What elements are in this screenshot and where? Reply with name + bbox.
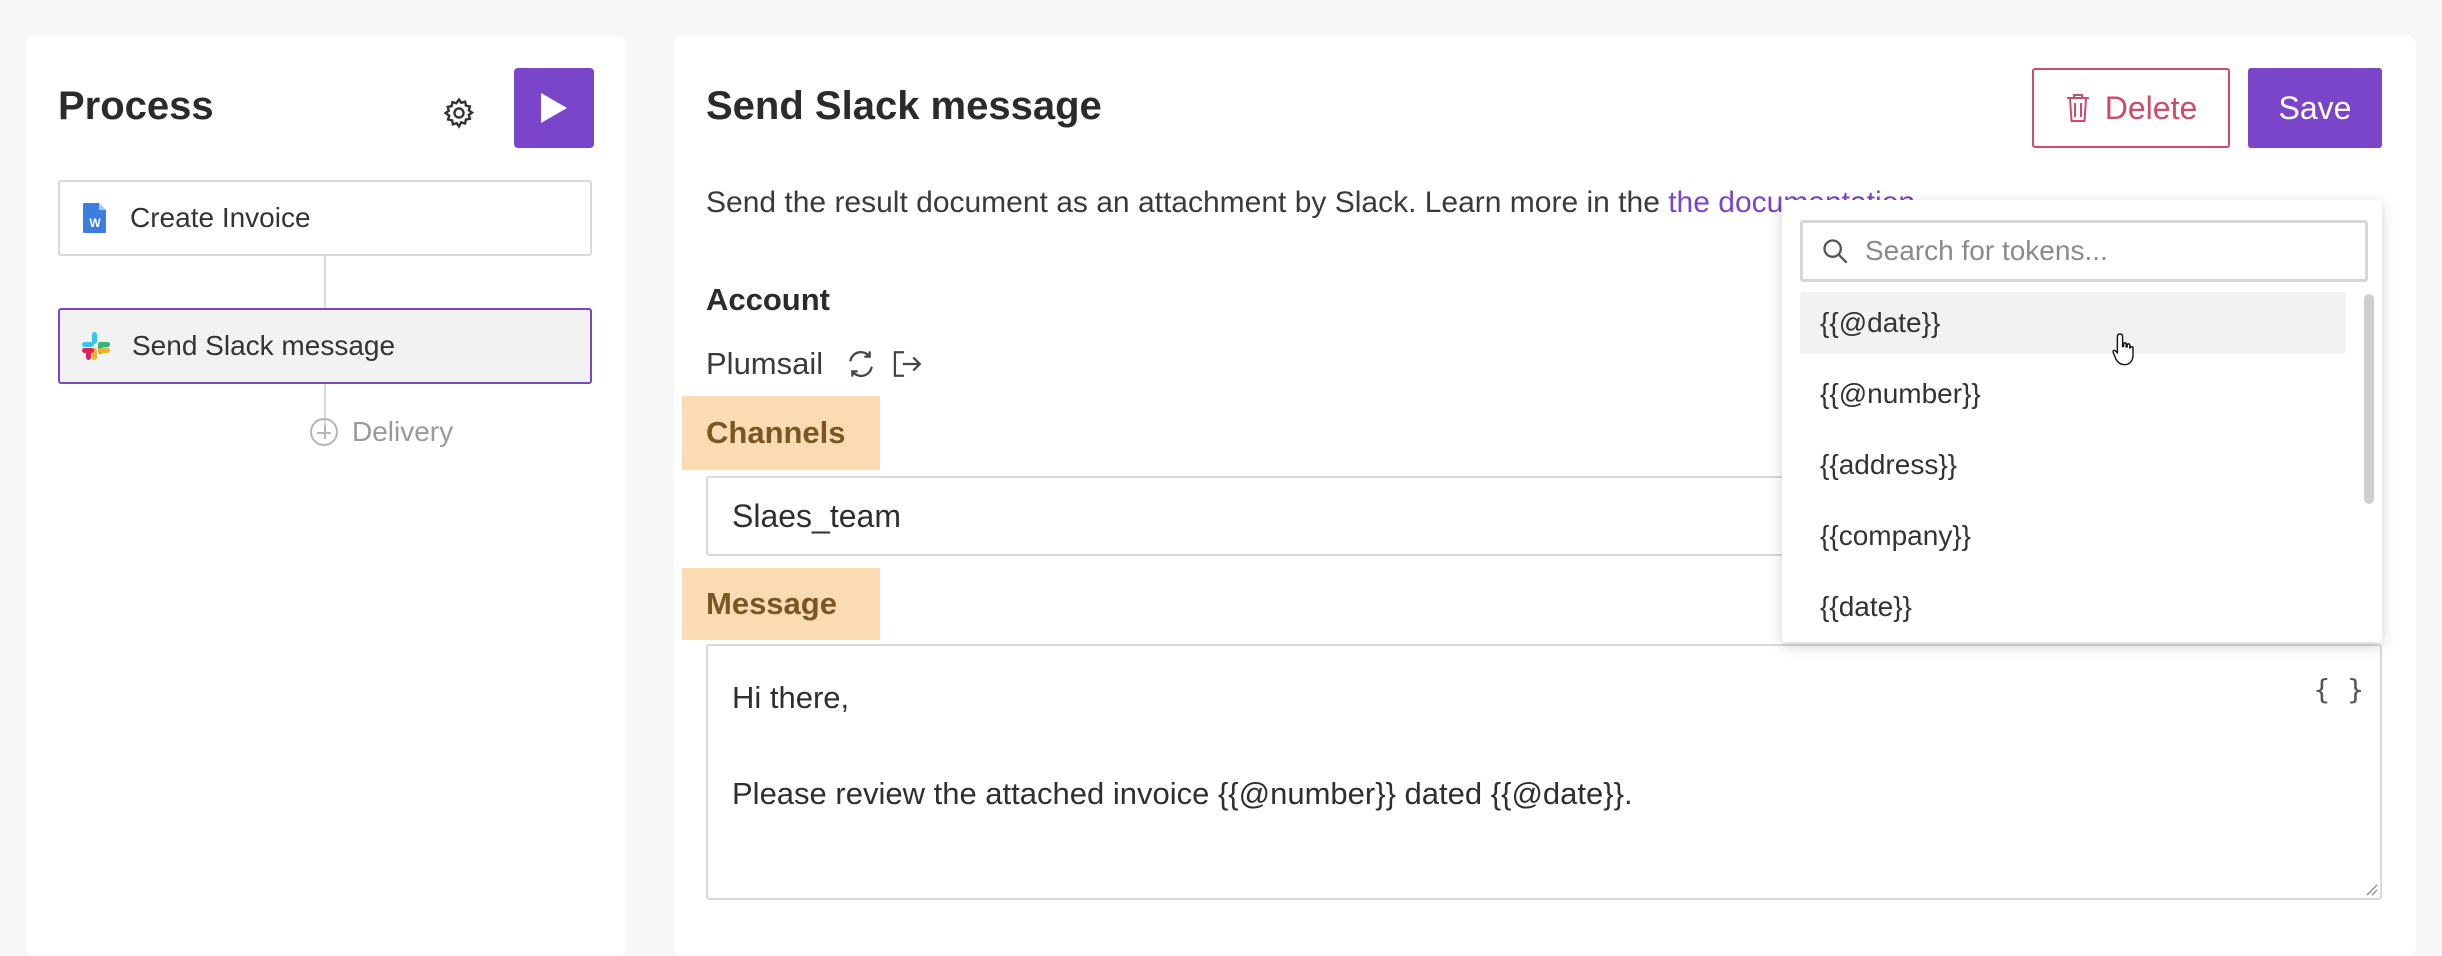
sign-out-icon bbox=[893, 351, 922, 377]
play-icon bbox=[541, 93, 567, 123]
step-label: Create Invoice bbox=[130, 202, 311, 233]
add-delivery-button[interactable]: Delivery bbox=[310, 416, 453, 448]
slack-icon bbox=[82, 332, 110, 360]
account-value: Plumsail bbox=[706, 346, 824, 381]
search-icon bbox=[1821, 237, 1849, 265]
token-item[interactable]: {{address}} bbox=[1800, 434, 2346, 496]
step-description: Send the result document as an attachmen… bbox=[706, 186, 1915, 220]
step-create-invoice[interactable]: W Create Invoice bbox=[58, 180, 592, 256]
settings-gear-button[interactable] bbox=[436, 90, 482, 136]
message-line: Please review the attached invoice {{@nu… bbox=[732, 776, 1633, 811]
plus-icon bbox=[310, 418, 338, 446]
channels-label: Channels bbox=[682, 396, 880, 470]
trash-icon bbox=[2066, 94, 2089, 122]
step-send-slack-message[interactable]: Send Slack message bbox=[58, 308, 592, 384]
token-item[interactable]: {{date}} bbox=[1800, 576, 2346, 638]
svg-text:W: W bbox=[89, 216, 101, 230]
resize-grip-icon[interactable] bbox=[2364, 882, 2378, 896]
account-label: Account bbox=[706, 282, 830, 317]
process-panel: Process W Create Invoice Send Slack mess… bbox=[26, 36, 626, 956]
word-document-icon: W bbox=[83, 203, 106, 233]
refresh-icon bbox=[849, 350, 873, 378]
step-label: Send Slack message bbox=[132, 330, 396, 361]
token-search-box[interactable] bbox=[1800, 220, 2368, 282]
account-row: Plumsail bbox=[706, 346, 925, 382]
message-label: Message bbox=[682, 568, 880, 640]
dropdown-scrollbar[interactable] bbox=[2364, 294, 2374, 504]
delete-label: Delete bbox=[2104, 89, 2198, 126]
token-dropdown: {{@date}} {{@number}} {{address}} {{comp… bbox=[1782, 200, 2382, 642]
hand-cursor-icon bbox=[2112, 333, 2134, 366]
token-item[interactable]: {{company}} bbox=[1800, 505, 2346, 567]
refresh-account-button[interactable] bbox=[845, 348, 877, 380]
gear-icon bbox=[443, 97, 475, 129]
message-textarea[interactable]: Hi there, Please review the attached inv… bbox=[706, 644, 2382, 900]
process-title: Process bbox=[58, 84, 214, 128]
token-item[interactable]: {{@date}} bbox=[1800, 292, 2346, 354]
save-button[interactable]: Save bbox=[2248, 68, 2382, 148]
change-account-button[interactable] bbox=[891, 348, 925, 380]
delete-button[interactable]: Delete bbox=[2032, 68, 2230, 148]
add-delivery-label: Delivery bbox=[352, 416, 454, 447]
run-process-button[interactable] bbox=[514, 68, 594, 148]
message-line: Hi there, bbox=[732, 680, 850, 715]
token-item[interactable]: {{@number}} bbox=[1800, 363, 2346, 425]
token-search-input[interactable] bbox=[1863, 234, 2347, 268]
step-title: Send Slack message bbox=[706, 84, 1102, 128]
insert-token-button[interactable]: { } bbox=[2313, 666, 2364, 714]
